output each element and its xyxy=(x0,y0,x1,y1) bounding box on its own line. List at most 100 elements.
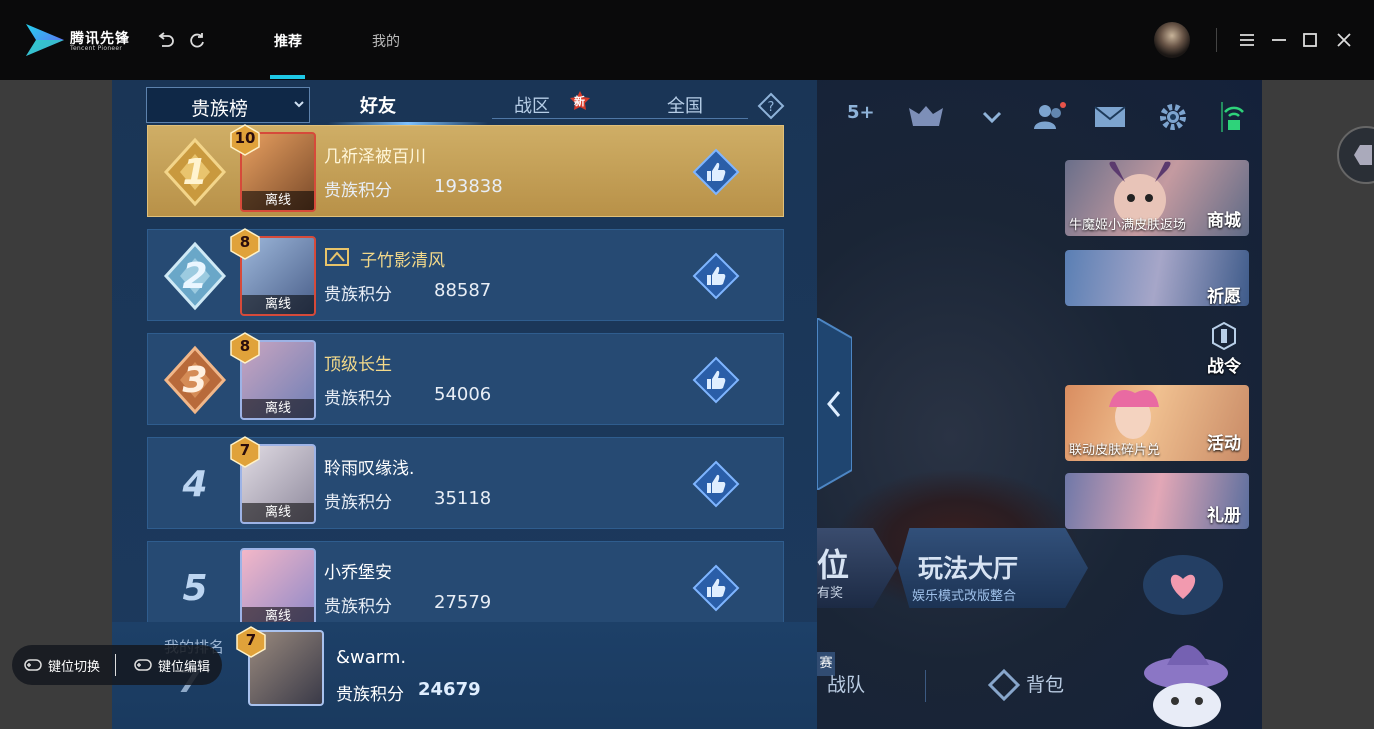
leaderboard-row[interactable]: 4 离线 7 聆雨叹缘浅. 贵族积分 35118 xyxy=(147,436,784,529)
card-wish[interactable]: 祈愿 xyxy=(1065,250,1249,306)
tab-recommend[interactable]: 推荐 xyxy=(274,31,302,51)
bottom-divider xyxy=(925,670,926,702)
ranked-mode-label: 位 xyxy=(817,546,850,584)
help-icon[interactable]: ? xyxy=(757,92,785,120)
game-window: 5+ 商城 牛魔姬小满皮肤返场 祈愿 战令 活动 联动皮肤碎片兑 礼册 位 有奖… xyxy=(112,80,1262,729)
collapse-panel-chevron-left-icon[interactable] xyxy=(817,318,852,490)
nobility-leaderboard-panel: 贵族榜 好友 战区 新 全国 ? 1 离线 10 几祈泽被百川 贵族积分 193… xyxy=(112,80,817,729)
like-thumb-icon[interactable] xyxy=(692,564,740,612)
rank-emblem-icon[interactable] xyxy=(905,102,947,132)
card-battlepass-label: 战令 xyxy=(1207,357,1241,376)
team-flag-icon xyxy=(325,248,349,266)
mode-hall-subtitle: 娱乐模式改版整合 xyxy=(912,589,1017,604)
brand-subtitle: Tencent Pioneer xyxy=(70,45,123,52)
backpack-button[interactable]: 背包 xyxy=(1026,670,1064,697)
like-thumb-icon[interactable] xyxy=(692,356,740,404)
card-wish-label: 祈愿 xyxy=(1207,287,1241,306)
noble-level: 10 xyxy=(234,129,256,147)
keymap-switch-button[interactable]: 键位切换 xyxy=(48,656,100,675)
offline-status: 离线 xyxy=(242,503,314,522)
title-bar: 腾讯先锋 Tencent Pioneer 推荐 我的 xyxy=(0,0,1374,80)
player-name: 几祈泽被百川 xyxy=(324,147,426,167)
close-icon[interactable] xyxy=(1334,30,1354,50)
player-name: 小乔堡安 xyxy=(324,563,392,583)
noble-score: 35118 xyxy=(434,488,492,509)
noble-score: 193838 xyxy=(434,176,503,197)
gamepad-icon xyxy=(134,659,152,671)
offline-status: 离线 xyxy=(242,295,314,314)
mascot-pet[interactable] xyxy=(1127,555,1245,729)
add-friend-icon[interactable] xyxy=(1031,102,1067,132)
team-button[interactable]: 战队 xyxy=(827,670,865,697)
card-giftbook-label: 礼册 xyxy=(1207,506,1241,526)
svg-text:?: ? xyxy=(768,100,775,115)
like-thumb-icon[interactable] xyxy=(692,252,740,300)
leaderboard-row[interactable]: 2 离线 8 子竹影清风 贵族积分 88587 xyxy=(147,228,784,321)
leaderboard-row[interactable]: 3 离线 8 顶级长生 贵族积分 54006 xyxy=(147,332,784,425)
user-avatar[interactable] xyxy=(1154,22,1190,58)
score-label: 贵族积分 xyxy=(324,389,392,409)
wifi-signal-icon xyxy=(1221,102,1244,132)
my-noble-score: 24679 xyxy=(418,679,481,700)
overlay-divider xyxy=(115,654,116,676)
friend-count[interactable]: 5+ xyxy=(847,102,875,132)
tabs-divider-line xyxy=(492,118,748,119)
titlebar-divider xyxy=(1216,28,1217,52)
keymap-edit-button[interactable]: 键位编辑 xyxy=(158,656,210,675)
noble-level: 8 xyxy=(239,337,251,355)
keymap-overlay: 键位切换 键位编辑 xyxy=(12,645,222,685)
dropdown-label: 贵族榜 xyxy=(191,98,249,120)
rank-number: 5 xyxy=(182,568,208,609)
floating-assistant-icon[interactable] xyxy=(1336,125,1374,185)
score-label: 贵族积分 xyxy=(324,285,392,305)
card-giftbook[interactable]: 礼册 xyxy=(1065,473,1249,529)
undo-icon[interactable] xyxy=(156,30,176,50)
tab-national[interactable]: 全国 xyxy=(667,92,703,118)
tab-friends[interactable]: 好友 xyxy=(360,92,396,118)
player-portrait[interactable]: 离线 xyxy=(240,548,316,628)
like-thumb-icon[interactable] xyxy=(692,460,740,508)
card-events-label: 活动 xyxy=(1207,434,1241,454)
chevron-down-icon[interactable] xyxy=(979,102,1005,132)
card-shop-subtitle: 牛魔姬小满皮肤返场 xyxy=(1069,218,1187,233)
like-thumb-icon[interactable] xyxy=(692,148,740,196)
mode-hall-label: 玩法大厅 xyxy=(918,554,1019,583)
score-label: 贵族积分 xyxy=(324,493,392,513)
battlepass-icon xyxy=(1212,322,1236,350)
gamepad-icon xyxy=(24,659,42,671)
card-events[interactable]: 活动 联动皮肤碎片兑 xyxy=(1065,385,1249,461)
tab-region[interactable]: 战区 xyxy=(514,92,550,118)
noble-score: 27579 xyxy=(434,592,492,613)
new-badge: 新 xyxy=(569,90,591,112)
noble-level: 8 xyxy=(239,233,251,251)
leaderboard-row[interactable]: 1 离线 10 几祈泽被百川 贵族积分 193838 xyxy=(147,124,784,217)
card-events-subtitle: 联动皮肤碎片兑 xyxy=(1069,443,1161,458)
refresh-icon[interactable] xyxy=(187,30,207,50)
offline-status: 离线 xyxy=(242,191,314,210)
settings-gear-icon[interactable] xyxy=(1157,102,1189,132)
rank-number: 3 xyxy=(182,360,208,401)
card-battlepass[interactable]: 战令 xyxy=(1065,320,1249,376)
score-label: 贵族积分 xyxy=(324,181,392,201)
rank-number: 1 xyxy=(182,152,208,193)
chevron-down-icon xyxy=(294,101,304,108)
leaderboard-row[interactable]: 5 离线 小乔堡安 贵族积分 27579 xyxy=(147,541,784,628)
backpack-icon xyxy=(987,668,1021,702)
leaderboard-type-dropdown[interactable]: 贵族榜 xyxy=(146,87,310,123)
tab-mine[interactable]: 我的 xyxy=(372,31,400,51)
minimize-icon[interactable] xyxy=(1269,30,1289,50)
player-name: 子竹影清风 xyxy=(360,251,445,271)
ranked-mode-subtitle: 有奖 xyxy=(817,586,844,601)
menu-icon[interactable] xyxy=(1237,30,1257,50)
my-noble-level: 7 xyxy=(245,631,257,649)
card-shop-label: 商城 xyxy=(1207,211,1241,231)
maximize-icon[interactable] xyxy=(1300,30,1320,50)
mail-icon[interactable] xyxy=(1093,102,1127,132)
score-label: 贵族积分 xyxy=(324,597,392,617)
rank-number: 4 xyxy=(182,464,208,505)
hero-art-event xyxy=(1109,390,1159,439)
new-badge-text: 新 xyxy=(574,95,585,108)
mode-hall-button[interactable]: 玩法大厅 娱乐模式改版整合 xyxy=(898,528,1088,608)
card-shop[interactable]: 商城 牛魔姬小满皮肤返场 xyxy=(1065,160,1249,236)
noble-score: 88587 xyxy=(434,280,492,301)
